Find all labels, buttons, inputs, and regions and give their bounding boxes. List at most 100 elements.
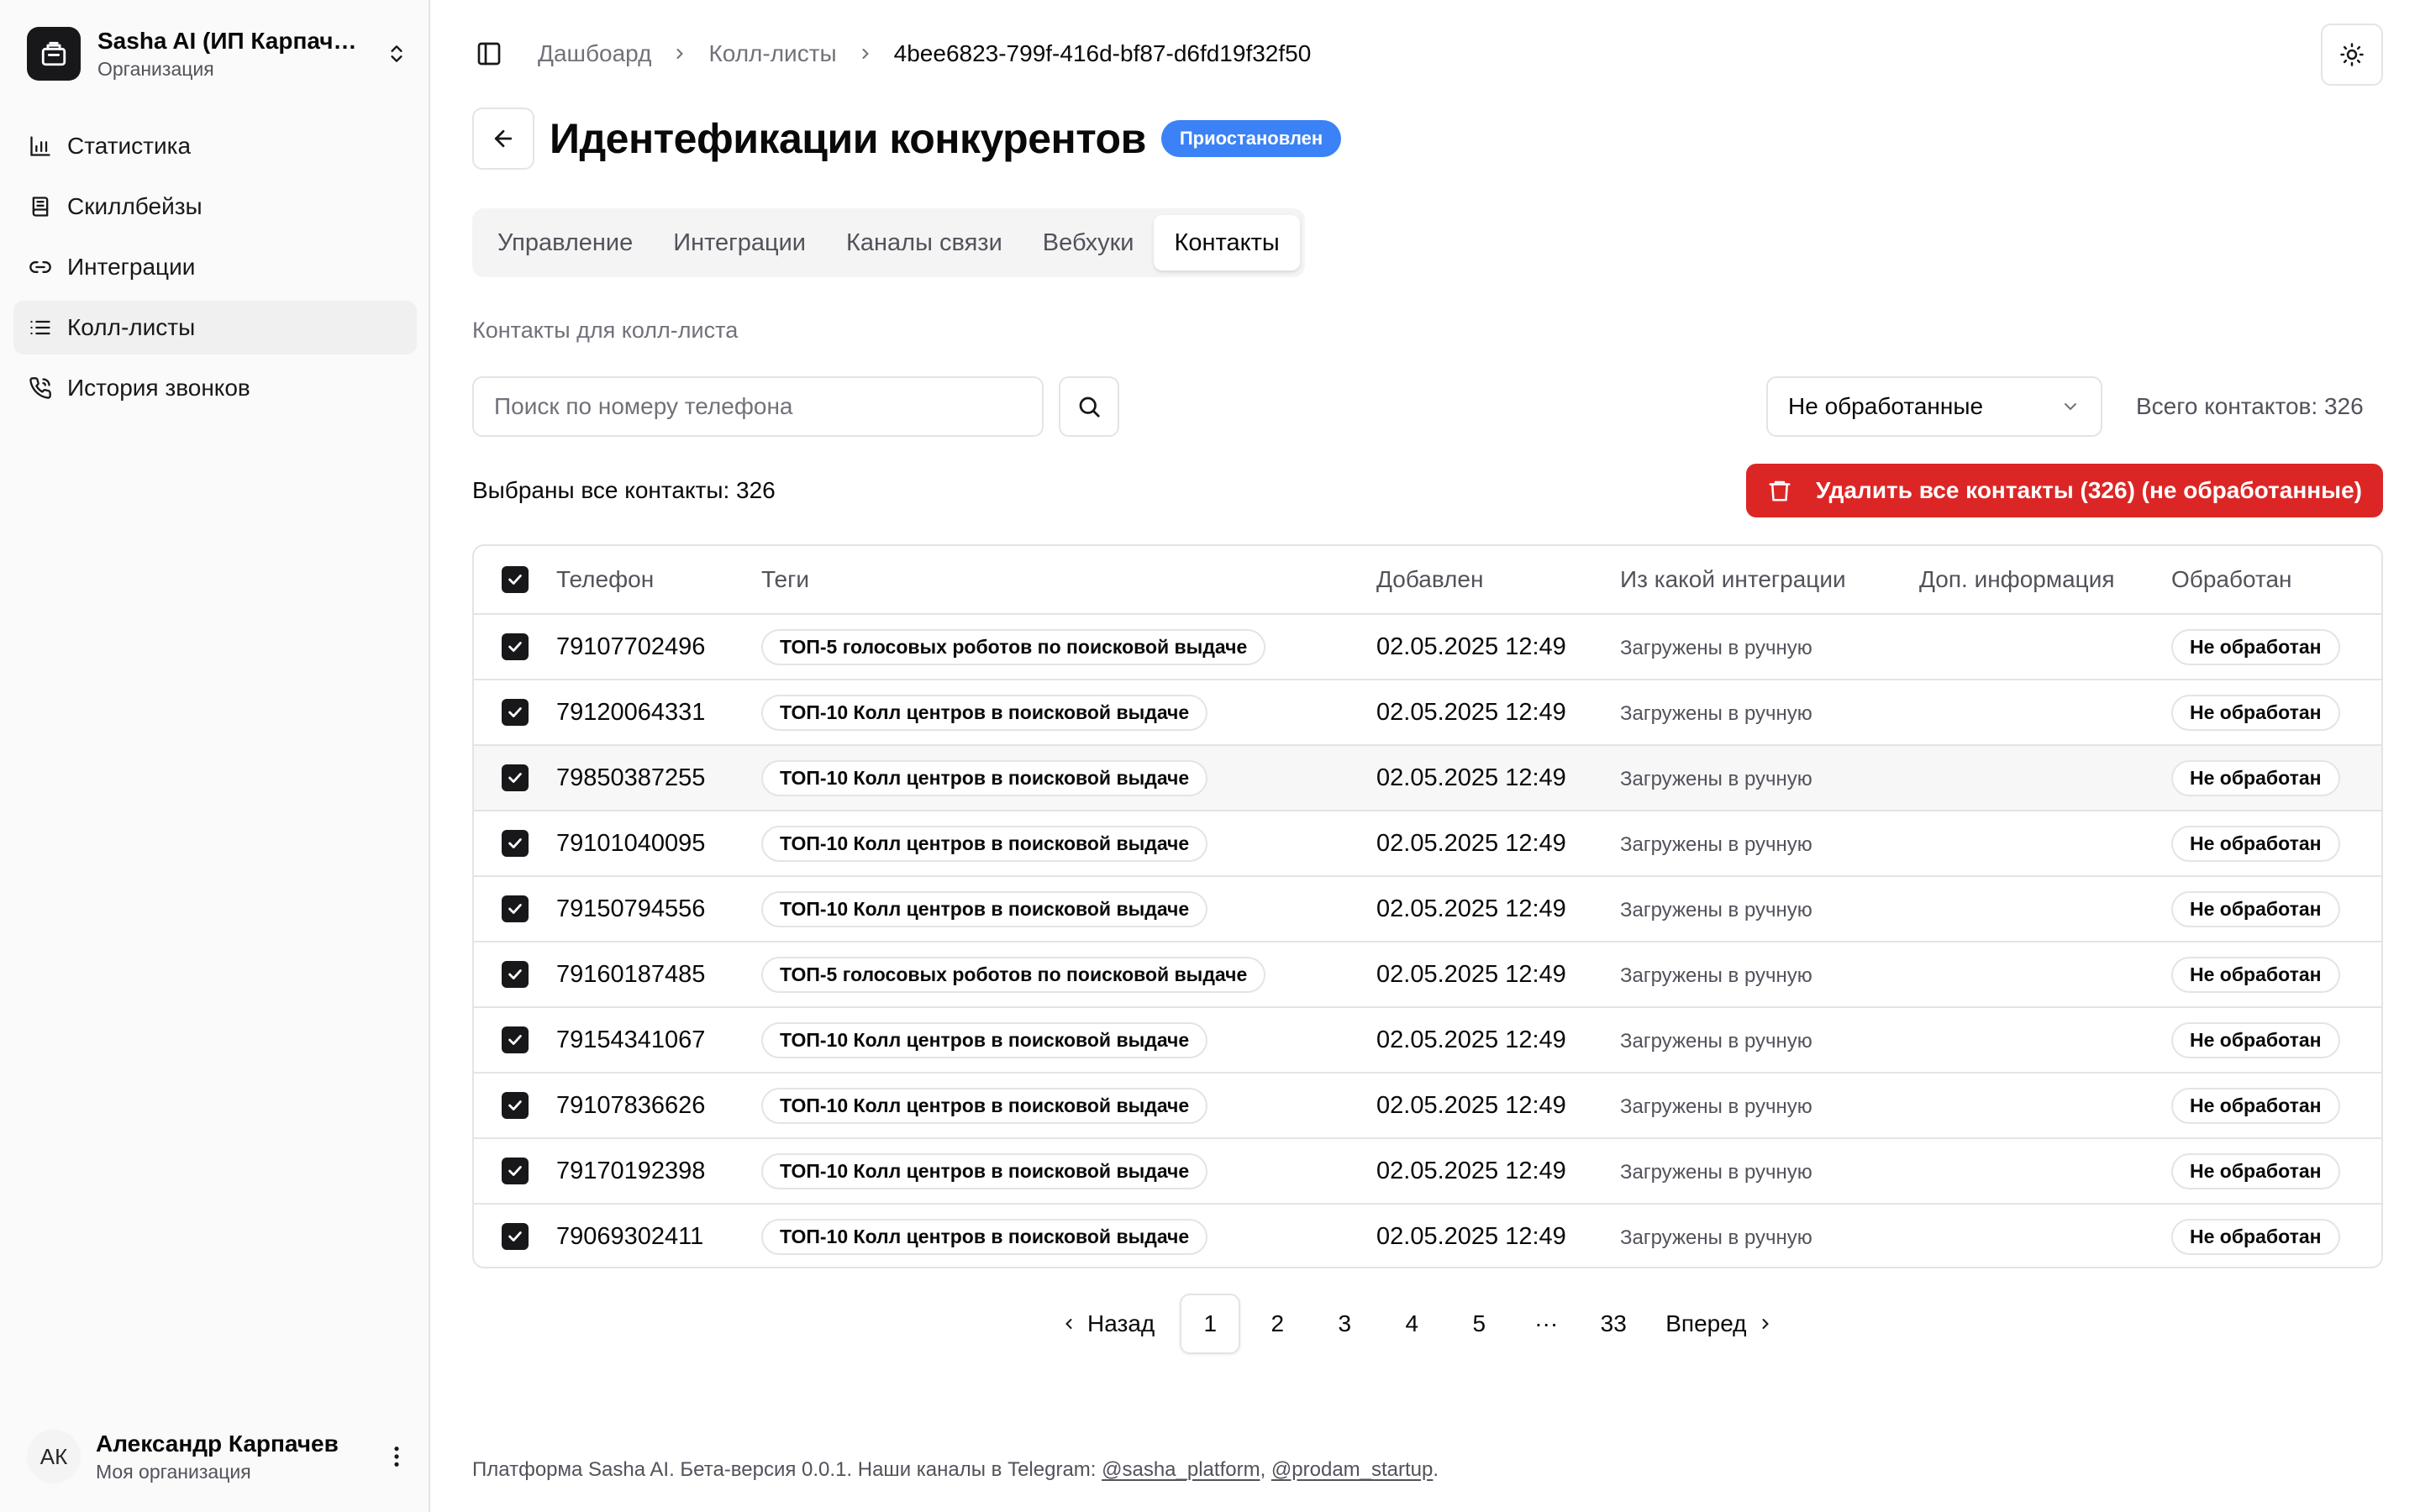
next-page-button[interactable]: Вперед [1650, 1294, 1798, 1354]
row-phone: 79150794556 [556, 895, 706, 922]
sidebar-toggle-icon[interactable] [472, 37, 506, 71]
org-name: Sasha AI (ИП Карпачев) [97, 27, 366, 54]
tab-contacts[interactable]: Контакты [1154, 215, 1300, 270]
check-icon [502, 830, 529, 857]
sidebar-item-label: Статистика [67, 133, 192, 159]
row-checkbox[interactable] [474, 895, 556, 922]
row-processed: Не обработан [2171, 628, 2381, 665]
check-icon [502, 1026, 529, 1053]
prev-page-button[interactable]: Назад [1035, 1294, 1170, 1354]
book-icon [27, 193, 54, 220]
page-button-5[interactable]: 5 [1449, 1294, 1509, 1354]
table-row[interactable]: 79170192398 ТОП-10 Колл центров в поисков… [474, 1137, 2381, 1203]
check-icon [502, 566, 529, 593]
sidebar-item-call-lists[interactable]: Колл-листы [13, 301, 417, 354]
org-switcher[interactable]: Sasha AI (ИП Карпачев) Организация [27, 25, 410, 82]
row-checkbox[interactable] [474, 764, 556, 791]
page-button-4[interactable]: 4 [1381, 1294, 1442, 1354]
page-button-2[interactable]: 2 [1247, 1294, 1307, 1354]
delete-all-label: Удалить все контакты (326) (не обработан… [1816, 477, 2362, 503]
sidebar-item-label: История звонков [67, 375, 250, 401]
tab-integrations[interactable]: Интеграции [653, 215, 826, 270]
row-checkbox[interactable] [474, 699, 556, 726]
processed-badge: Не обработан [2171, 890, 2340, 927]
row-added: 02.05.2025 12:49 [1376, 895, 1566, 922]
sidebar-item-integrations[interactable]: Интеграции [13, 240, 417, 294]
sidebar: Sasha AI (ИП Карпачев) Организация Стати… [0, 0, 430, 1512]
table-row[interactable]: 79101040095 ТОП-10 Колл центров в поисков… [474, 810, 2381, 875]
source-text: Загружены в ручную [1620, 899, 1812, 921]
row-source: Загружены в ручную [1620, 1092, 1919, 1119]
row-added: 02.05.2025 12:49 [1376, 960, 1566, 988]
table-row[interactable]: 79154341067 ТОП-10 Колл центров в поисков… [474, 1006, 2381, 1072]
table-row[interactable]: 79069302411 ТОП-10 Колл центров в поисков… [474, 1203, 2381, 1267]
row-checkbox[interactable] [474, 1158, 556, 1184]
chevron-right-icon [1757, 1315, 1774, 1332]
theme-toggle-button[interactable] [2321, 24, 2383, 86]
back-button[interactable] [472, 108, 534, 170]
check-icon [502, 1092, 529, 1119]
user-menu[interactable]: АК Александр Карпачев Моя организация [27, 1428, 410, 1485]
search-button[interactable] [1059, 376, 1119, 437]
page-button-1[interactable]: 1 [1180, 1294, 1241, 1354]
sidebar-nav: Статистика Скиллбейзы Интеграции Колл-ли… [13, 119, 417, 422]
row-checkbox[interactable] [474, 633, 556, 660]
source-text: Загружены в ручную [1620, 964, 1812, 987]
row-phone: 79120064331 [556, 698, 706, 726]
tab-management[interactable]: Управление [477, 215, 653, 270]
footer-sep: , [1260, 1458, 1271, 1481]
row-source: Загружены в ручную [1620, 699, 1919, 726]
telegram-link-sasha[interactable]: @sasha_platform [1102, 1458, 1260, 1481]
more-vertical-icon[interactable] [383, 1440, 410, 1473]
sidebar-item-call-history[interactable]: История звонков [13, 361, 417, 415]
breadcrumb-dashboard[interactable]: Дашбоард [538, 40, 651, 67]
status-badge: Приостановлен [1160, 120, 1342, 157]
table-row[interactable]: 79120064331 ТОП-10 Колл центров в поисков… [474, 679, 2381, 744]
processed-badge: Не обработан [2171, 956, 2340, 993]
table-row[interactable]: 79850387255 ТОП-10 Колл центров в поисков… [474, 744, 2381, 810]
table-row[interactable]: 79107836626 ТОП-10 Колл центров в поисков… [474, 1072, 2381, 1137]
row-tags: ТОП-10 Колл центров в поисковой выдаче [761, 1152, 1376, 1189]
contacts-table: Телефон Теги Добавлен Из какой интеграци… [472, 544, 2383, 1268]
row-processed: Не обработан [2171, 1087, 2381, 1124]
row-tags: ТОП-10 Колл центров в поисковой выдаче [761, 1021, 1376, 1058]
row-checkbox[interactable] [474, 1026, 556, 1053]
tab-webhooks[interactable]: Вебхуки [1023, 215, 1155, 270]
processed-badge: Не обработан [2171, 825, 2340, 862]
table-row[interactable]: 79160187485 ТОП-5 голосовых роботов по по… [474, 941, 2381, 1006]
table-row[interactable]: 79150794556 ТОП-10 Колл центров в поисков… [474, 875, 2381, 941]
row-source: Загружены в ручную [1620, 1026, 1919, 1053]
header-processed: Обработан [2171, 566, 2292, 592]
page-button-3[interactable]: 3 [1314, 1294, 1375, 1354]
check-icon [502, 633, 529, 660]
processed-badge: Не обработан [2171, 694, 2340, 731]
sidebar-item-statistics[interactable]: Статистика [13, 119, 417, 173]
row-checkbox[interactable] [474, 1223, 556, 1250]
user-name: Александр Карпачев [96, 1430, 339, 1457]
row-checkbox[interactable] [474, 1092, 556, 1119]
tag-badge: ТОП-10 Колл центров в поисковой выдаче [761, 825, 1208, 862]
header-added: Добавлен [1376, 566, 1484, 592]
select-all-checkbox[interactable] [474, 566, 556, 593]
row-tags: ТОП-10 Колл центров в поисковой выдаче [761, 890, 1376, 927]
breadcrumb-current: 4bee6823-799f-416d-bf87-d6fd19f32f50 [893, 40, 1312, 66]
row-tags: ТОП-10 Колл центров в поисковой выдаче [761, 694, 1376, 731]
row-source: Загружены в ручную [1620, 830, 1919, 857]
source-text: Загружены в ручную [1620, 768, 1812, 790]
row-added: 02.05.2025 12:49 [1376, 1157, 1566, 1184]
table-row[interactable]: 79107702496 ТОП-5 голосовых роботов по по… [474, 613, 2381, 679]
search-input[interactable] [472, 376, 1044, 437]
sidebar-item-skillbases[interactable]: Скиллбейзы [13, 180, 417, 234]
tab-channels[interactable]: Каналы связи [826, 215, 1023, 270]
row-tags: ТОП-10 Колл центров в поисковой выдаче [761, 1218, 1376, 1255]
breadcrumb-call-lists[interactable]: Колл-листы [708, 40, 836, 67]
delete-all-button[interactable]: Удалить все контакты (326) (не обработан… [1746, 464, 2383, 517]
row-checkbox[interactable] [474, 830, 556, 857]
page-button-last[interactable]: 33 [1583, 1294, 1644, 1354]
source-text: Загружены в ручную [1620, 1095, 1812, 1118]
row-checkbox[interactable] [474, 961, 556, 988]
row-added: 02.05.2025 12:49 [1376, 764, 1566, 791]
filter-select[interactable]: Не обработанные [1766, 376, 2102, 437]
footer-end: . [1433, 1458, 1439, 1481]
telegram-link-prodam[interactable]: @prodam_startup [1271, 1458, 1433, 1481]
